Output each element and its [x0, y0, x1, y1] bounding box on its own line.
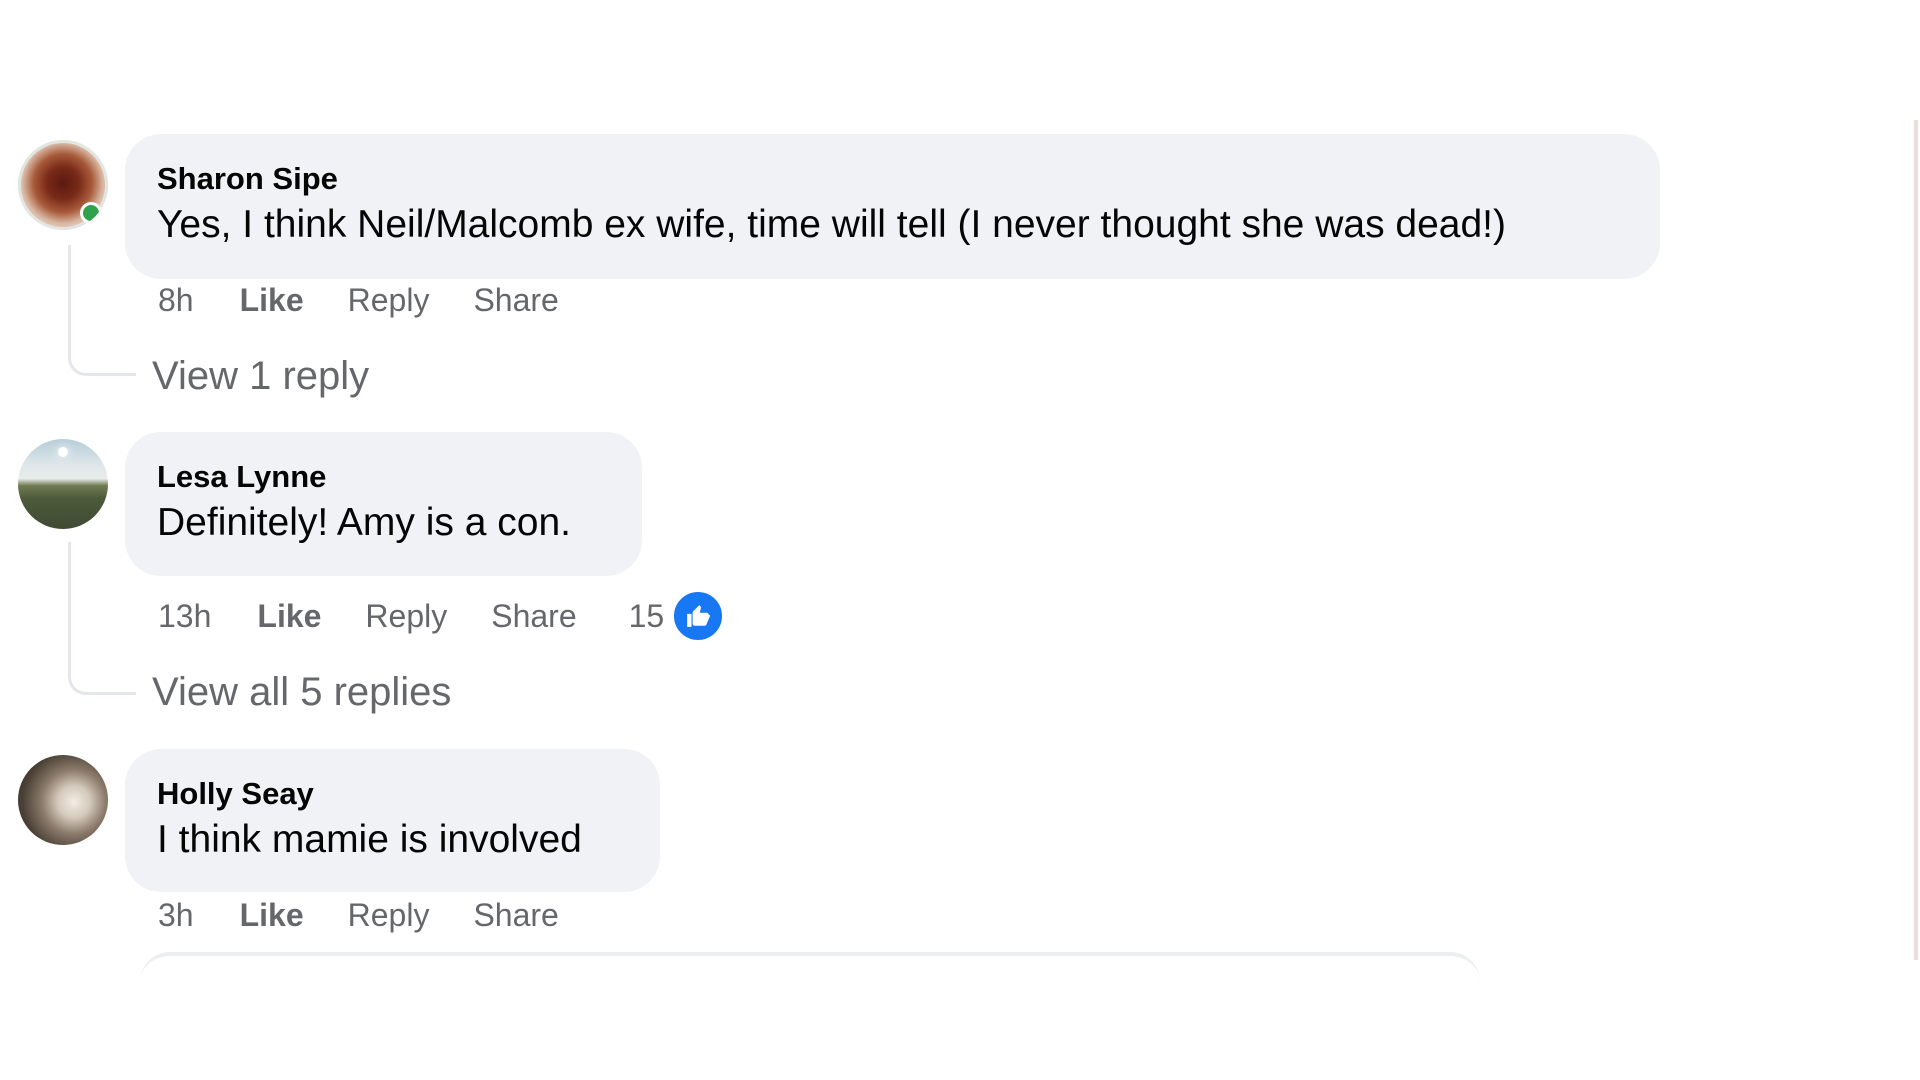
avatar[interactable]: [18, 439, 108, 529]
online-status-icon: [80, 202, 102, 224]
view-replies-link[interactable]: View all 5 replies: [152, 670, 451, 715]
share-button[interactable]: Share: [473, 282, 558, 319]
scrollbar-edge: [1914, 120, 1918, 960]
like-button[interactable]: Like: [240, 897, 304, 934]
comment-actions: 13h Like Reply Share 15: [158, 590, 725, 642]
avatar-image-detail: [58, 447, 68, 457]
thread-connector: [68, 245, 136, 376]
thumbs-up-icon: [672, 590, 725, 642]
comment-timestamp[interactable]: 8h: [158, 282, 194, 319]
share-button[interactable]: Share: [473, 897, 558, 934]
comments-section: Sharon Sipe Yes, I think Neil/Malcomb ex…: [0, 0, 1920, 1080]
comment-text: Yes, I think Neil/Malcomb ex wife, time …: [157, 203, 1506, 246]
avatar[interactable]: [18, 755, 108, 845]
like-button[interactable]: Like: [240, 282, 304, 319]
reaction-count: 15: [628, 597, 665, 634]
comment-actions: 8h Like Reply Share: [158, 282, 603, 319]
comment-bubble: Holly Seay I think mamie is involved: [125, 749, 660, 892]
comment-actions: 3h Like Reply Share: [158, 897, 603, 934]
avatar[interactable]: [18, 140, 108, 230]
reply-button[interactable]: Reply: [348, 897, 430, 934]
comment-author[interactable]: Holly Seay: [157, 775, 628, 813]
reaction-summary[interactable]: 15: [629, 590, 725, 642]
comment-author[interactable]: Sharon Sipe: [157, 160, 1628, 198]
comment-text: I think mamie is involved: [157, 818, 582, 861]
comment-timestamp[interactable]: 3h: [158, 897, 194, 934]
view-replies-link[interactable]: View 1 reply: [152, 354, 369, 399]
comment-timestamp[interactable]: 13h: [158, 598, 211, 635]
share-button[interactable]: Share: [491, 598, 576, 635]
comment-author[interactable]: Lesa Lynne: [157, 458, 610, 496]
comment-bubble: Sharon Sipe Yes, I think Neil/Malcomb ex…: [125, 134, 1660, 279]
thread-connector: [68, 542, 136, 695]
reply-button[interactable]: Reply: [348, 282, 430, 319]
reply-button[interactable]: Reply: [365, 598, 447, 635]
comment-text: Definitely! Amy is a con.: [157, 501, 571, 544]
comment-bubble: Lesa Lynne Definitely! Amy is a con.: [125, 432, 642, 576]
next-comment-edge: [140, 952, 1480, 996]
like-button[interactable]: Like: [257, 598, 321, 635]
